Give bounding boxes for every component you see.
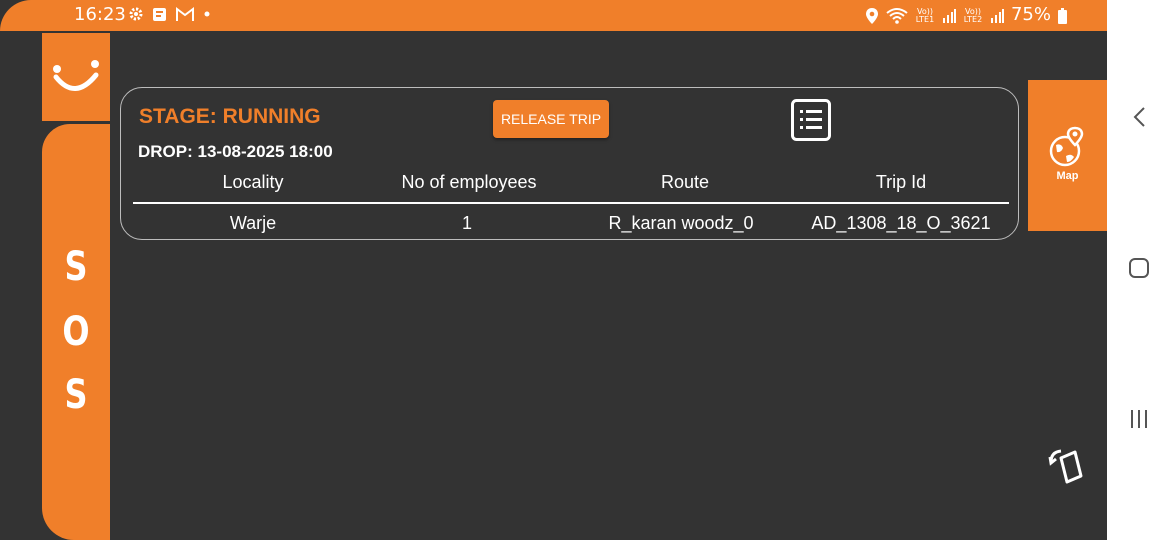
- battery-percent: 75%: [1010, 4, 1051, 25]
- status-time: 16:23: [74, 4, 126, 25]
- cell-trip-id: AD_1308_18_O_3621: [811, 213, 991, 233]
- release-trip-button[interactable]: RELEASE TRIP: [493, 100, 609, 138]
- signal-icon: [990, 8, 1004, 23]
- home-icon[interactable]: [1107, 257, 1170, 279]
- column-header-locality: Locality: [222, 172, 284, 192]
- gmail-icon: [175, 6, 195, 22]
- stage-title: STAGE: RUNNING: [139, 105, 321, 128]
- battery-icon: [1058, 7, 1067, 24]
- column-header-trip-id: Trip Id: [875, 172, 927, 192]
- wifi-icon: [886, 7, 908, 25]
- sim1-label: Vo)) LTE1: [915, 6, 935, 24]
- signal-icon: [942, 8, 956, 23]
- sos-letter: O: [62, 309, 90, 355]
- dot-icon: [203, 10, 211, 18]
- sos-letter: S: [64, 372, 88, 418]
- smile-logo-icon: [48, 53, 104, 102]
- cell-route: R_karan woodz_0: [608, 213, 754, 233]
- location-icon: [865, 7, 879, 25]
- table-divider: [133, 202, 1009, 204]
- map-label: Map: [1056, 170, 1079, 182]
- back-icon[interactable]: [1107, 106, 1170, 128]
- sim2-label: Vo)) LTE2: [963, 6, 983, 24]
- cell-locality: Warje: [229, 213, 277, 233]
- rotate-screen-icon[interactable]: [1047, 448, 1087, 491]
- status-right-icons: Vo)) LTE1 Vo)) LTE2 75%: [865, 4, 1067, 25]
- recents-icon[interactable]: [1107, 409, 1170, 429]
- table-header: Locality No of employees Route Trip Id: [133, 172, 1009, 196]
- cell-employees: 1: [461, 213, 473, 233]
- trip-card: STAGE: RUNNING DROP: 13-08-2025 18:00 RE…: [120, 87, 1019, 240]
- table-row[interactable]: Warje 1 R_karan woodz_0 AD_1308_18_O_362…: [133, 213, 1009, 237]
- settings-icon: [128, 6, 144, 22]
- drop-time: DROP: 13-08-2025 18:00: [138, 142, 333, 161]
- status-left-icons: [128, 6, 211, 22]
- sos-letter: S: [64, 244, 88, 290]
- status-bar: 16:23 Vo)) LTE1 Vo)) LTE2 75%: [0, 0, 1107, 31]
- map-globe-icon: [1049, 126, 1087, 173]
- column-header-employees: No of employees: [401, 172, 537, 192]
- system-nav-bar: [1107, 0, 1170, 540]
- column-header-route: Route: [660, 172, 710, 192]
- notification-icon: [152, 7, 167, 22]
- list-icon[interactable]: [791, 99, 831, 146]
- sos-button[interactable]: S O S: [42, 124, 110, 540]
- map-button[interactable]: Map: [1028, 80, 1107, 231]
- logo-button[interactable]: [42, 33, 110, 121]
